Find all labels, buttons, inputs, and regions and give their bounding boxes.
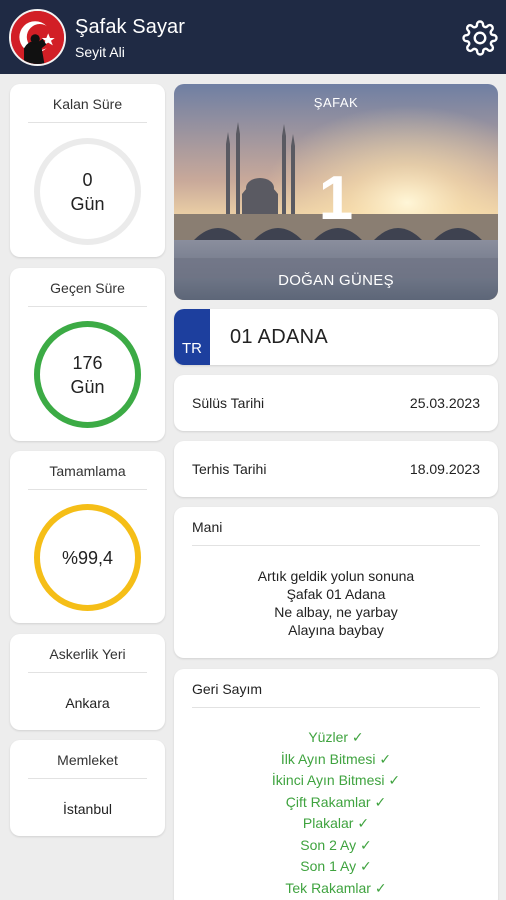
kalan-sure-title: Kalan Süre <box>52 96 123 112</box>
geri-sayim-item-label: İkinci Ayın Bitmesi <box>271 772 385 788</box>
mani-title: Mani <box>192 519 223 535</box>
geri-sayim-item: Yüzler ✓ <box>174 727 498 749</box>
geri-sayim-item: Plakalar ✓ <box>174 813 498 835</box>
geri-sayim-item: Son 1 Ay ✓ <box>174 856 498 878</box>
divider <box>28 122 147 123</box>
geri-sayim-item-label: Çift Rakamlar <box>285 793 371 810</box>
geri-sayim-item-label: İlk Ayın Bitmesi <box>280 750 376 767</box>
memleket-value: İstanbul <box>62 801 113 817</box>
geri-sayim-item: Çift Rakamlar ✓ <box>174 792 498 814</box>
divider <box>192 545 480 546</box>
divider <box>28 672 147 673</box>
sulus-tarihi-label: Sülüs Tarihi <box>192 395 265 411</box>
hero-day-number: 1 <box>318 164 354 233</box>
kalan-sure-unit: Gün <box>70 193 105 214</box>
mani-text: Artık geldik yolun sonuna Şafak 01 Adana… <box>174 567 498 639</box>
gecen-sure-value: 176 <box>72 352 103 373</box>
soldier-flag-icon <box>11 11 64 64</box>
tamamlama-card: Tamamlama %99,4 <box>10 451 165 623</box>
terhis-tarihi-value: 18.09.2023 <box>409 461 480 477</box>
memleket-title: Memleket <box>57 752 118 768</box>
geri-sayim-item-label: Son 1 Ay <box>300 858 357 874</box>
geri-sayim-item: Tek Rakamlar ✓ <box>174 878 498 900</box>
mani-card: Mani Artık geldik yolun sonuna Şafak 01 … <box>174 507 498 658</box>
divider <box>192 707 480 708</box>
license-plate-card: TR 01 ADANA <box>174 309 498 365</box>
terhis-tarihi-label: Terhis Tarihi <box>192 461 267 477</box>
check-icon: ✓ <box>374 793 387 810</box>
mani-line: Artık geldik yolun sonuna <box>257 568 415 584</box>
divider <box>28 778 147 779</box>
gecen-sure-title: Geçen Süre <box>50 280 125 296</box>
divider <box>28 489 147 490</box>
app-bar: Şafak Sayar Seyit Ali <box>0 0 506 74</box>
geri-sayim-card: Geri Sayım Yüzler ✓ İlk Ayın Bitmesi ✓ İ… <box>174 669 498 900</box>
check-icon: ✓ <box>388 772 401 788</box>
kalan-sure-value: 0 <box>82 169 93 190</box>
geri-sayim-item-label: Tek Rakamlar <box>285 879 371 896</box>
gecen-sure-card: Geçen Süre 176 Gün <box>10 268 165 441</box>
check-icon: ✓ <box>379 750 392 767</box>
check-icon: ✓ <box>359 858 372 874</box>
geri-sayim-list: Yüzler ✓ İlk Ayın Bitmesi ✓ İkinci Ayın … <box>174 727 498 899</box>
askerlik-yeri-title: Askerlik Yeri <box>49 646 126 662</box>
check-icon: ✓ <box>357 815 370 831</box>
kalan-sure-card: Kalan Süre 0 Gün <box>10 84 165 257</box>
memleket-card: Memleket İstanbul <box>10 740 165 836</box>
mani-line: Ne albay, ne yarbay <box>274 604 398 620</box>
geri-sayim-item: İlk Ayın Bitmesi ✓ <box>174 749 498 771</box>
gecen-sure-ring: 176 Gün <box>34 321 141 428</box>
tamamlama-ring: %99,4 <box>34 504 141 611</box>
tamamlama-value: %99,4 <box>61 547 114 568</box>
geri-sayim-item-label: Yüzler <box>308 729 349 745</box>
gecen-sure-unit: Gün <box>70 376 105 397</box>
askerlik-yeri-value: Ankara <box>65 695 110 711</box>
terhis-tarihi-card: Terhis Tarihi 18.09.2023 <box>174 441 498 497</box>
tamamlama-title: Tamamlama <box>49 463 126 479</box>
user-name: Seyit Ali <box>75 44 125 60</box>
geri-sayim-item-label: Son 2 Ay <box>300 836 357 853</box>
mani-line: Şafak 01 Adana <box>286 586 386 602</box>
geri-sayim-item: Son 2 Ay ✓ <box>174 835 498 857</box>
avatar <box>9 9 66 66</box>
askerlik-yeri-card: Askerlik Yeri Ankara <box>10 634 165 730</box>
check-icon: ✓ <box>359 836 372 853</box>
sulus-tarihi-value: 25.03.2023 <box>409 395 480 411</box>
plate-country-band: TR <box>174 309 210 365</box>
check-icon: ✓ <box>351 729 364 745</box>
geri-sayim-item-label: Plakalar <box>302 815 354 831</box>
mani-line: Alayına baybay <box>288 622 384 638</box>
hero-top-label: ŞAFAK <box>313 95 359 110</box>
divider <box>28 306 147 307</box>
plate-text: 01 ADANA <box>230 326 329 348</box>
settings-gear-icon[interactable] <box>462 20 498 56</box>
app-title: Şafak Sayar <box>75 16 186 38</box>
hero-bottom-label: DOĞAN GÜNEŞ <box>278 272 394 289</box>
geri-sayim-item: İkinci Ayın Bitmesi ✓ <box>174 770 498 792</box>
geri-sayim-title: Geri Sayım <box>192 681 263 697</box>
kalan-sure-ring: 0 Gün <box>34 138 141 245</box>
check-icon: ✓ <box>374 879 387 896</box>
sulus-tarihi-card: Sülüs Tarihi 25.03.2023 <box>174 375 498 431</box>
